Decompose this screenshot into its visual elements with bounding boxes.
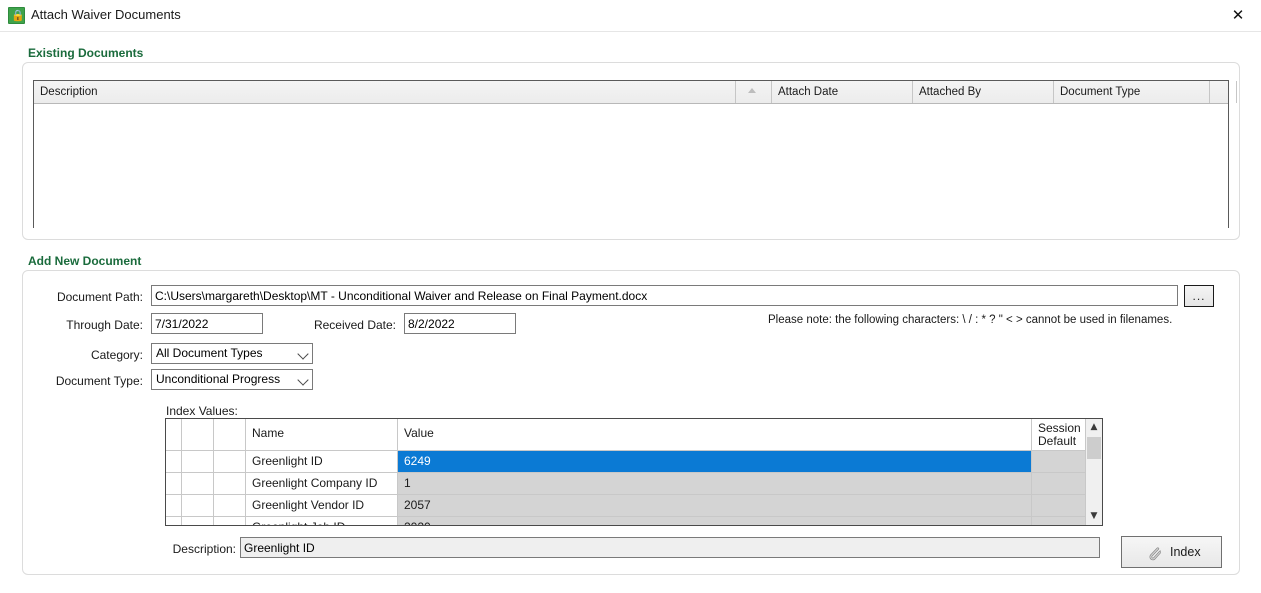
index-col-header-name[interactable]: Name xyxy=(246,419,398,450)
window-title: Attach Waiver Documents xyxy=(31,7,181,22)
table-row[interactable]: Greenlight Job ID 2020 xyxy=(166,517,1102,525)
index-values-header-row: Name Value Session Default xyxy=(166,419,1102,451)
row-name[interactable]: Greenlight Vendor ID xyxy=(246,495,398,516)
paperclip-icon xyxy=(1147,544,1162,562)
document-path-label: Document Path: xyxy=(56,290,143,304)
chevron-down-icon xyxy=(297,348,309,360)
table-row[interactable]: Greenlight ID 6249 xyxy=(166,451,1102,473)
row-name[interactable]: Greenlight ID xyxy=(246,451,398,472)
row-session-default[interactable] xyxy=(1032,451,1087,472)
table-row[interactable]: Greenlight Company ID 1 xyxy=(166,473,1102,495)
existing-documents-grid[interactable]: Description Attach Date Attached By Docu… xyxy=(33,80,1237,228)
index-col-header-session-default[interactable]: Session Default xyxy=(1032,419,1087,450)
sort-ascending-icon xyxy=(748,88,756,93)
existing-documents-header-row: Description Attach Date Attached By Docu… xyxy=(34,81,1237,104)
description-input[interactable] xyxy=(240,537,1100,558)
row-cell-icon-1[interactable] xyxy=(182,473,214,494)
document-type-select[interactable]: Unconditional Progress xyxy=(151,369,313,390)
row-name[interactable]: Greenlight Job ID xyxy=(246,517,398,525)
column-header-extra-1[interactable] xyxy=(1210,81,1237,103)
row-cell-icon-1[interactable] xyxy=(182,451,214,472)
row-value[interactable]: 2020 xyxy=(398,517,1032,525)
received-date-label: Received Date: xyxy=(313,318,396,332)
row-cell-icon-2[interactable] xyxy=(214,473,246,494)
through-date-label: Through Date: xyxy=(66,318,143,332)
scroll-up-icon[interactable]: ▲ xyxy=(1086,419,1102,436)
through-date-input[interactable] xyxy=(151,313,263,334)
category-select[interactable]: All Document Types xyxy=(151,343,313,364)
received-date-input[interactable] xyxy=(404,313,516,334)
index-col-header-select[interactable] xyxy=(166,419,182,450)
description-label: Description: xyxy=(172,542,236,556)
document-type-value: Unconditional Progress xyxy=(156,372,281,386)
row-cell-icon-2[interactable] xyxy=(214,495,246,516)
row-cell-icon-1[interactable] xyxy=(182,517,214,525)
row-name[interactable]: Greenlight Company ID xyxy=(246,473,398,494)
table-row[interactable]: Greenlight Vendor ID 2057 xyxy=(166,495,1102,517)
existing-documents-label: Existing Documents xyxy=(28,46,144,60)
category-value: All Document Types xyxy=(156,346,263,360)
row-cell-icon-1[interactable] xyxy=(182,495,214,516)
column-header-attached-by[interactable]: Attached By xyxy=(913,81,1054,103)
lock-document-icon: 🔒 xyxy=(8,7,25,24)
index-values-grid[interactable]: Name Value Session Default Greenlight ID… xyxy=(165,418,1103,526)
row-session-default[interactable] xyxy=(1032,495,1087,516)
index-button[interactable]: Index xyxy=(1121,536,1222,568)
close-icon[interactable]: ✕ xyxy=(1215,0,1261,31)
row-session-default[interactable] xyxy=(1032,473,1087,494)
row-cell-icon-2[interactable] xyxy=(214,517,246,525)
existing-documents-empty-body xyxy=(34,104,1228,228)
row-indicator xyxy=(166,495,182,516)
row-value[interactable]: 1 xyxy=(398,473,1032,494)
row-session-default[interactable] xyxy=(1032,517,1087,525)
index-values-label: Index Values: xyxy=(166,404,238,418)
index-values-scrollbar[interactable]: ▲ ▼ xyxy=(1085,419,1102,525)
column-header-extra-2[interactable] xyxy=(1237,81,1261,103)
category-label: Category: xyxy=(90,348,143,362)
column-header-description[interactable]: Description xyxy=(34,81,736,103)
index-col-header-icon-1[interactable] xyxy=(182,419,214,450)
row-indicator xyxy=(166,473,182,494)
index-col-header-value[interactable]: Value xyxy=(398,419,1032,450)
column-header-attach-date[interactable]: Attach Date xyxy=(772,81,913,103)
column-header-document-type[interactable]: Document Type xyxy=(1054,81,1210,103)
scroll-down-icon[interactable]: ▼ xyxy=(1086,508,1102,525)
window-titlebar: 🔒 Attach Waiver Documents ✕ xyxy=(0,0,1261,32)
browse-button[interactable]: ... xyxy=(1184,285,1214,307)
document-path-input[interactable] xyxy=(151,285,1178,306)
index-col-header-icon-2[interactable] xyxy=(214,419,246,450)
row-indicator xyxy=(166,451,182,472)
document-type-label: Document Type: xyxy=(55,374,143,388)
column-header-sort[interactable] xyxy=(736,81,772,103)
filename-restriction-note: Please note: the following characters: \… xyxy=(768,314,1173,326)
add-new-document-label: Add New Document xyxy=(28,254,142,268)
chevron-down-icon xyxy=(297,374,309,386)
scrollbar-thumb[interactable] xyxy=(1087,437,1101,459)
row-value[interactable]: 6249 xyxy=(398,451,1032,472)
row-cell-icon-2[interactable] xyxy=(214,451,246,472)
row-value[interactable]: 2057 xyxy=(398,495,1032,516)
row-indicator xyxy=(166,517,182,525)
index-button-label: Index xyxy=(1170,545,1201,559)
